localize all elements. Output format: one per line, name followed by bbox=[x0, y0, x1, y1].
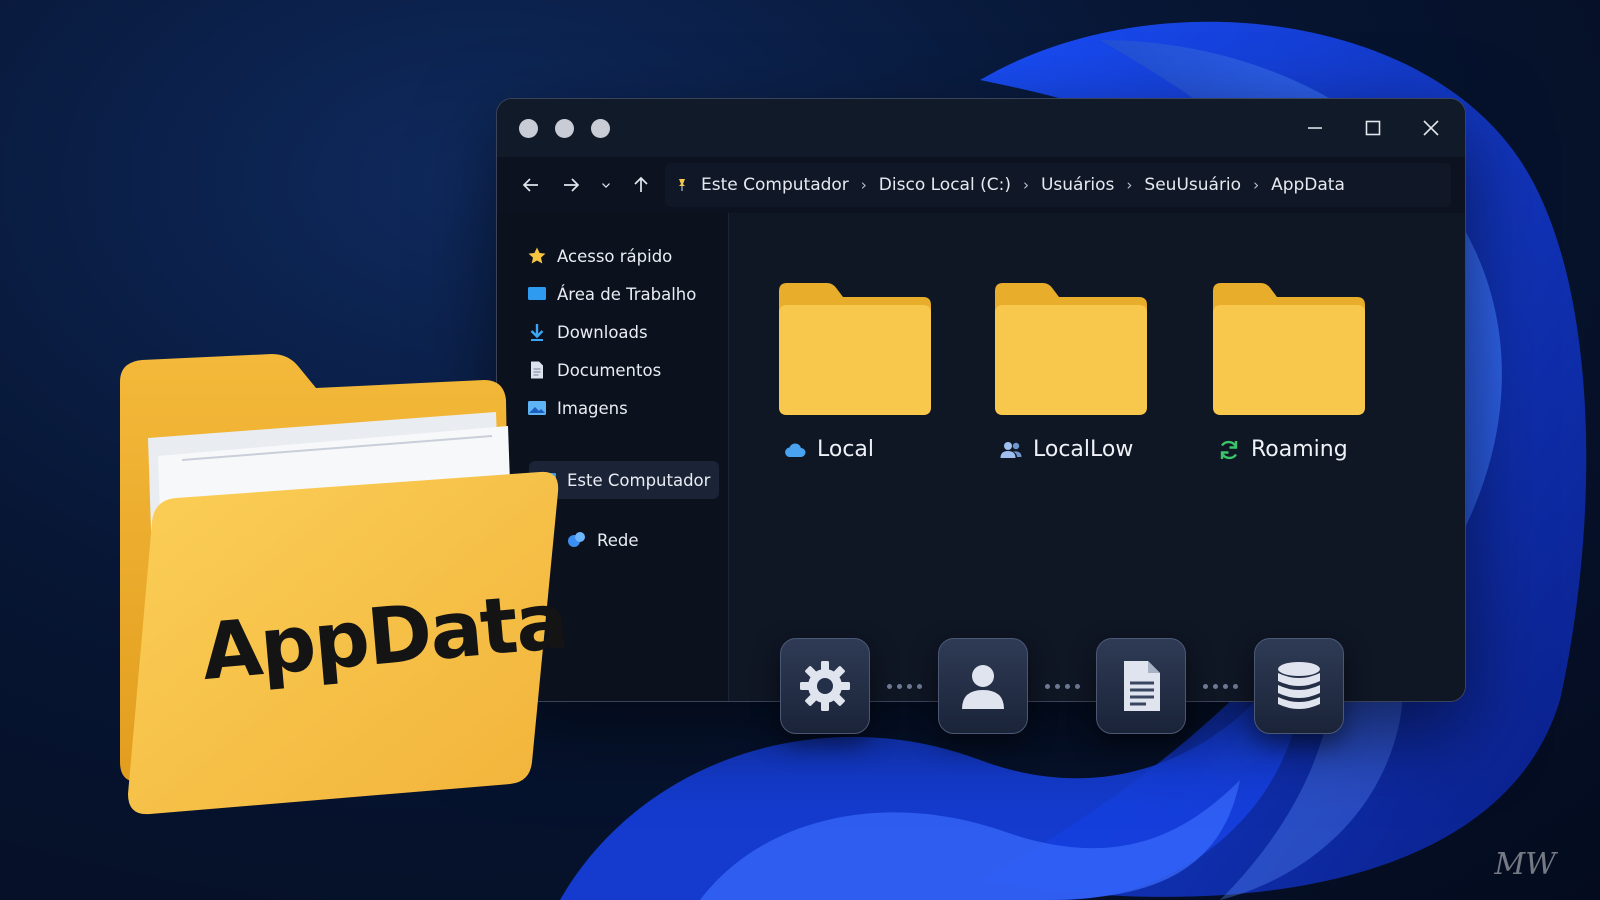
desktop-icon bbox=[528, 287, 546, 300]
connector-dots bbox=[1028, 683, 1096, 689]
settings-tile bbox=[780, 638, 870, 734]
users-icon bbox=[1000, 441, 1022, 458]
minimize-dot[interactable] bbox=[555, 118, 574, 138]
zoom-dot[interactable] bbox=[591, 118, 610, 138]
folder-view: Local LocalLow Roaming bbox=[729, 213, 1465, 701]
close-dot[interactable] bbox=[519, 118, 538, 138]
watermark: MW bbox=[1494, 847, 1556, 882]
minimize-icon bbox=[1308, 127, 1322, 129]
file-icon bbox=[1124, 661, 1160, 711]
arrow-right-icon bbox=[564, 178, 580, 192]
sync-icon bbox=[1220, 440, 1238, 459]
breadcrumb-item[interactable]: Este Computador bbox=[701, 175, 849, 195]
title-bar bbox=[497, 99, 1465, 157]
breadcrumb-item[interactable]: Usuários bbox=[1041, 175, 1114, 195]
file-tile bbox=[1096, 638, 1186, 734]
sidebar-item-downloads[interactable]: Downloads bbox=[519, 313, 718, 351]
folder-icon bbox=[995, 283, 1147, 415]
folder-local[interactable]: Local bbox=[775, 277, 935, 462]
folder-name: Local bbox=[817, 437, 875, 462]
folder-icon bbox=[779, 283, 931, 415]
chevron-right-icon: › bbox=[860, 176, 867, 194]
forward-button[interactable] bbox=[559, 173, 583, 197]
download-icon bbox=[530, 324, 544, 341]
database-tile bbox=[1254, 638, 1344, 734]
sidebar-item-label: Este Computador bbox=[567, 470, 711, 490]
sidebar-item-quick-access[interactable]: Acesso rápido bbox=[519, 237, 718, 275]
arrow-up-icon bbox=[634, 176, 648, 192]
user-icon bbox=[962, 665, 1004, 709]
maximize-icon bbox=[1365, 120, 1381, 136]
sidebar-item-network[interactable]: Rede bbox=[559, 521, 718, 559]
star-icon bbox=[528, 247, 546, 264]
window-controls bbox=[1303, 116, 1443, 140]
breadcrumb-item-current[interactable]: AppData bbox=[1271, 175, 1345, 195]
feature-icon-strip bbox=[780, 638, 1344, 734]
sidebar-item-label: Área de Trabalho bbox=[557, 284, 697, 304]
arrow-left-icon bbox=[522, 178, 538, 192]
sidebar-item-label: Downloads bbox=[557, 322, 648, 342]
nav-buttons bbox=[519, 173, 653, 197]
folder-label: Local bbox=[775, 437, 874, 462]
user-tile bbox=[938, 638, 1028, 734]
window-dots bbox=[519, 118, 610, 138]
navigation-bar: Este Computador › Disco Local (C:) › Usu… bbox=[497, 157, 1465, 213]
chevron-right-icon: › bbox=[1022, 176, 1029, 194]
breadcrumb[interactable]: Este Computador › Disco Local (C:) › Usu… bbox=[665, 163, 1451, 207]
folder-icon bbox=[1213, 283, 1365, 415]
connector-dots bbox=[1186, 683, 1254, 689]
back-button[interactable] bbox=[519, 173, 543, 197]
gear-icon bbox=[800, 661, 850, 711]
sidebar-item-label: Documentos bbox=[557, 360, 662, 380]
sidebar-item-label: Rede bbox=[597, 530, 639, 550]
pin-icon bbox=[679, 179, 685, 191]
recent-locations-button[interactable] bbox=[599, 173, 613, 197]
folder-label: Roaming bbox=[1209, 437, 1348, 462]
breadcrumb-item[interactable]: Disco Local (C:) bbox=[879, 175, 1011, 195]
maximize-button[interactable] bbox=[1361, 116, 1385, 140]
chevron-right-icon: › bbox=[1253, 176, 1260, 194]
connector-dots bbox=[870, 683, 938, 689]
folder-label: LocalLow bbox=[991, 437, 1133, 462]
close-icon bbox=[1423, 120, 1439, 136]
breadcrumb-item[interactable]: SeuUsuário bbox=[1144, 175, 1241, 195]
minimize-button[interactable] bbox=[1303, 116, 1327, 140]
sidebar-item-desktop[interactable]: Área de Trabalho bbox=[519, 275, 718, 313]
chevron-right-icon: › bbox=[1126, 176, 1133, 194]
folder-locallow[interactable]: LocalLow bbox=[991, 277, 1151, 462]
file-explorer-window: Este Computador › Disco Local (C:) › Usu… bbox=[496, 98, 1466, 702]
explorer-content: Acesso rápido Área de Trabalho Downloads… bbox=[497, 213, 1465, 701]
folder-name: Roaming bbox=[1251, 437, 1348, 462]
folder-name: LocalLow bbox=[1033, 437, 1134, 462]
up-button[interactable] bbox=[629, 173, 653, 197]
folder-roaming[interactable]: Roaming bbox=[1209, 277, 1369, 462]
sidebar-item-label: Acesso rápido bbox=[557, 246, 673, 266]
chevron-down-icon bbox=[602, 183, 610, 188]
database-icon bbox=[1278, 662, 1320, 709]
cloud-icon bbox=[785, 442, 806, 457]
close-button[interactable] bbox=[1419, 116, 1443, 140]
